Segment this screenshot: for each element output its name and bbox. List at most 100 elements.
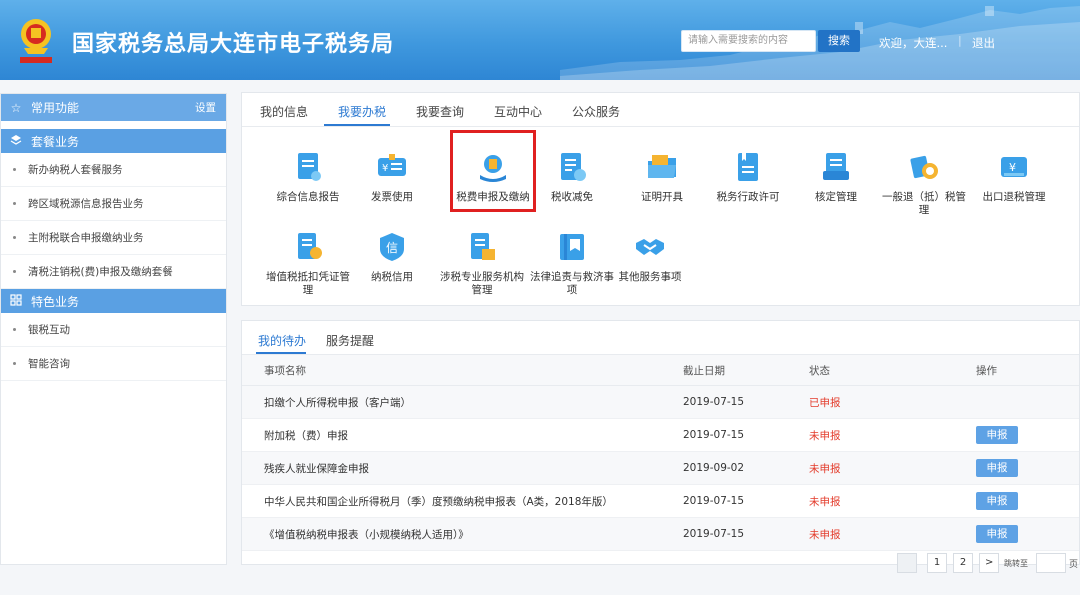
pagination-jump-input-wrap	[1036, 553, 1066, 573]
prev-page-button[interactable]	[897, 553, 917, 573]
credit-icon: 信	[380, 233, 404, 261]
service-agency[interactable]: 涉税专业服务机构管理	[436, 231, 528, 297]
row-status: 未申报	[809, 429, 841, 442]
row-deadline: 2019-07-15	[683, 429, 745, 441]
layers-icon	[9, 134, 23, 149]
tab-interaction[interactable]: 互动中心	[494, 103, 542, 120]
sidebar-settings-link[interactable]: 设置	[195, 100, 216, 115]
page-button-1[interactable]: 1	[927, 553, 947, 573]
logout-link[interactable]: 退出	[972, 35, 995, 51]
vat-deduction-icon	[298, 233, 322, 259]
jump-label: 跳转至	[1004, 558, 1028, 568]
col-deadline: 截止日期	[683, 364, 725, 377]
col-name: 事项名称	[264, 364, 306, 377]
folder-certificate-icon	[648, 155, 676, 178]
sidebar-item-joint-declare[interactable]: 主附税联合申报缴纳业务	[1, 221, 226, 255]
pagination-jump: 跳转至	[1004, 553, 1028, 573]
tab-public-service[interactable]: 公众服务	[572, 103, 620, 120]
welcome-user[interactable]: 欢迎，大连...	[879, 35, 947, 51]
sidebar-item-new-taxpayer[interactable]: 新办纳税人套餐服务	[1, 153, 226, 187]
sidebar-spacer	[1, 121, 226, 129]
bullet-dot	[13, 328, 16, 331]
bullet-dot	[13, 202, 16, 205]
sidebar-item-label: 新办纳税人套餐服务	[28, 164, 123, 176]
service-general-report[interactable]: 综合信息报告	[262, 151, 354, 204]
search-button[interactable]: 搜索	[818, 30, 860, 52]
service-label: 发票使用	[371, 191, 413, 203]
next-page-button[interactable]: >	[979, 553, 1000, 573]
service-tax-declare[interactable]: 税费申报及缴纳	[453, 151, 533, 204]
sidebar-item-cross-region[interactable]: 跨区域税源信息报告业务	[1, 187, 226, 221]
site-header: 国家税务总局大连市电子税务局 请输入需要搜索的内容 搜索 欢迎，大连... | …	[0, 0, 1080, 80]
site-title: 国家税务总局大连市电子税务局	[72, 32, 395, 57]
assessment-icon	[823, 153, 849, 180]
tab-do-tax[interactable]: 我要办税	[338, 103, 386, 120]
sidebar-common-label: 常用功能	[31, 101, 80, 115]
row-deadline: 2019-07-15	[683, 396, 745, 408]
table-row: 残疾人就业保障金申报 2019-09-02 未申报 申报	[242, 452, 1079, 485]
sidebar: ☆ 常用功能 设置 套餐业务 新办纳税人套餐服务 跨区域税源信息报告业务 主附税…	[0, 93, 227, 565]
jump-page-input[interactable]	[1036, 553, 1066, 573]
service-invoice[interactable]: ¥ 发票使用	[346, 151, 438, 204]
sidebar-item-deregister[interactable]: 清税注销税(费)申报及缴纳套餐	[1, 255, 226, 289]
document-report-icon	[298, 153, 321, 181]
pagination-pages: 1	[927, 553, 947, 573]
service-label: 增值税抵扣凭证管理	[266, 271, 350, 296]
tab-my-todo[interactable]: 我的待办	[258, 332, 306, 349]
service-tax-reduction[interactable]: 税收减免	[526, 151, 618, 204]
service-credit[interactable]: 信 纳税信用	[346, 231, 438, 284]
pagination-pages-2: 2	[953, 553, 973, 573]
table-row: 中华人民共和国企业所得税月（季）度预缴纳税申报表（A类，2018年版） 2019…	[242, 485, 1079, 518]
table-row: 扣缴个人所得税申报（客户端） 2019-07-15 已申报	[242, 386, 1079, 419]
sidebar-featured-header[interactable]: 特色业务	[1, 289, 226, 313]
service-vat-deduction[interactable]: 增值税抵扣凭证管理	[262, 231, 354, 297]
row-name: 扣缴个人所得税申报（客户端）	[264, 396, 411, 409]
row-deadline: 2019-09-02	[683, 462, 745, 474]
search-input[interactable]: 请输入需要搜索的内容	[681, 30, 816, 52]
declare-button[interactable]: 申报	[976, 426, 1018, 444]
service-label: 核定管理	[815, 191, 857, 203]
page-suffix: 页	[1069, 559, 1079, 570]
sidebar-item-bank-tax[interactable]: 银税互动	[1, 313, 226, 347]
row-deadline: 2019-07-15	[683, 528, 745, 540]
bookmark-doc-icon	[738, 153, 758, 181]
service-assessment[interactable]: 核定管理	[790, 151, 882, 204]
bullet-dot	[13, 168, 16, 171]
sidebar-featured-label: 特色业务	[31, 294, 80, 309]
sidebar-package-label: 套餐业务	[31, 134, 80, 149]
sidebar-item-label: 主附税联合申报缴纳业务	[28, 232, 144, 244]
refund-coin-icon	[910, 155, 938, 179]
page-button-2[interactable]: 2	[953, 553, 973, 573]
top-tabs: 我的信息 我要办税 我要查询 互动中心 公众服务	[242, 93, 1079, 127]
row-status: 未申报	[809, 462, 841, 475]
service-admin-license[interactable]: 税务行政许可	[702, 151, 794, 204]
declare-button[interactable]: 申报	[976, 525, 1018, 543]
tab-my-info[interactable]: 我的信息	[260, 103, 308, 120]
tab-service-reminder[interactable]: 服务提醒	[326, 332, 374, 349]
svg-text:¥: ¥	[1009, 161, 1016, 174]
svg-text:¥: ¥	[382, 163, 388, 174]
tab-query[interactable]: 我要查询	[416, 103, 464, 120]
service-certificate[interactable]: 证明开具	[616, 151, 708, 204]
declare-button[interactable]: 申报	[976, 459, 1018, 477]
sidebar-item-smart-consult[interactable]: 智能咨询	[1, 347, 226, 381]
pending-tabs: 我的待办 服务提醒	[242, 321, 1079, 355]
pagination-next: >	[979, 553, 1000, 573]
sidebar-package-header[interactable]: 套餐业务	[1, 129, 226, 153]
service-export-refund[interactable]: ¥ 出口退税管理	[968, 151, 1060, 204]
header-separator: |	[958, 34, 962, 47]
invoice-icon: ¥	[378, 154, 406, 176]
row-status: 未申报	[809, 528, 841, 541]
service-label: 税费申报及缴纳	[456, 191, 530, 203]
row-status: 未申报	[809, 495, 841, 508]
sidebar-common-header[interactable]: ☆ 常用功能 设置	[1, 94, 226, 121]
service-label: 涉税专业服务机构管理	[440, 271, 524, 296]
declare-button[interactable]: 申报	[976, 492, 1018, 510]
service-general-refund[interactable]: 一般退（抵）税管理	[878, 151, 970, 217]
service-other[interactable]: 其他服务事项	[604, 231, 696, 284]
export-refund-icon: ¥	[1001, 157, 1027, 177]
sidebar-item-label: 智能咨询	[28, 358, 70, 370]
service-label: 其他服务事项	[618, 271, 682, 283]
row-name: 《增值税纳税申报表（小规模纳税人适用）》	[264, 528, 469, 541]
table-body: 扣缴个人所得税申报（客户端） 2019-07-15 已申报 附加税（费）申报 2…	[242, 386, 1079, 551]
